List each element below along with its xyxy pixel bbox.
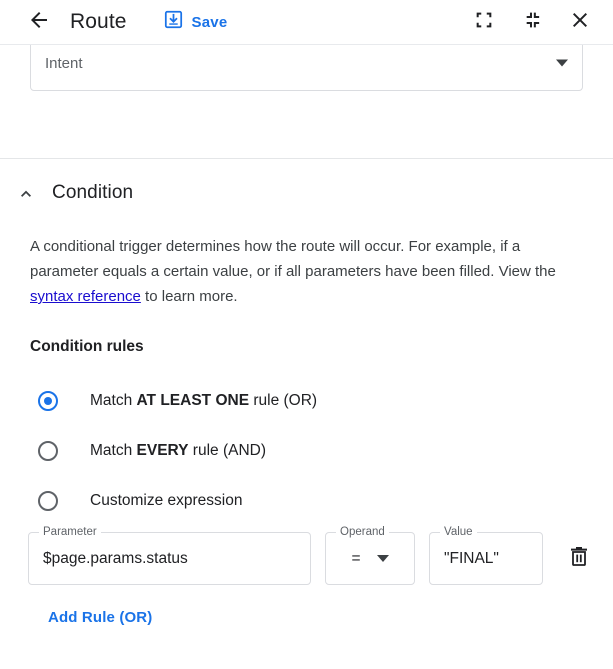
radio-option-customize-expression[interactable]: Customize expression <box>0 476 613 526</box>
parameter-input-label: Parameter <box>39 526 101 539</box>
radio-option-at-least-one[interactable]: Match AT LEAST ONE rule (OR) <box>0 376 613 426</box>
radio-option-every-label: Match EVERY rule (AND) <box>90 442 267 459</box>
chevron-down-icon <box>376 555 389 562</box>
intent-select-label: Intent <box>45 54 83 72</box>
operand-select-value: = <box>351 549 361 567</box>
radio-option-every[interactable]: Match EVERY rule (AND) <box>0 426 613 476</box>
close-button[interactable] <box>563 5 597 39</box>
radio-option-at-least-one-label: Match AT LEAST ONE rule (OR) <box>90 392 318 409</box>
condition-section-header[interactable]: Condition <box>0 159 613 205</box>
value-input-label: Value <box>440 526 477 539</box>
condition-rules-title: Condition rules <box>30 338 144 355</box>
condition-description-part2: to learn more. <box>140 288 238 305</box>
expand-button[interactable] <box>467 5 501 39</box>
close-icon <box>568 8 592 37</box>
app-header: Route Save <box>0 0 613 45</box>
operand-select[interactable]: Operand = <box>325 526 415 585</box>
value-input[interactable]: Value "FINAL" <box>429 526 543 585</box>
radio-icon-unselected[interactable] <box>38 441 58 461</box>
trash-icon <box>567 544 591 573</box>
radio-icon-selected[interactable] <box>38 391 58 411</box>
condition-rules-radio-group: Match AT LEAST ONE rule (OR) Match EVERY… <box>0 376 613 526</box>
fullscreen-expand-icon <box>473 9 495 36</box>
fullscreen-collapse-icon <box>521 9 543 36</box>
arrow-back-icon <box>27 8 51 37</box>
add-rule-button[interactable]: Add Rule (OR) <box>48 609 152 626</box>
page-title: Route <box>70 10 127 33</box>
value-input-value: "FINAL" <box>444 549 499 567</box>
chevron-down-icon <box>556 59 568 67</box>
save-button[interactable]: Save <box>163 9 228 35</box>
delete-rule-button[interactable] <box>559 539 599 579</box>
radio-icon-unselected[interactable] <box>38 491 58 511</box>
parameter-input[interactable]: Parameter $page.params.status <box>28 526 311 585</box>
radio-option-customize-expression-label: Customize expression <box>90 492 243 509</box>
route-form-body: Intent Condition A conditional trigger d… <box>0 45 613 669</box>
condition-description: A conditional trigger determines how the… <box>30 234 583 309</box>
collapse-button[interactable] <box>515 5 549 39</box>
condition-description-part1: A conditional trigger determines how the… <box>30 238 556 280</box>
save-button-label: Save <box>191 13 228 31</box>
intent-field-wrapper: Intent <box>0 45 613 91</box>
back-button[interactable] <box>24 7 54 37</box>
condition-rule-row: Parameter $page.params.status Operand = … <box>0 526 613 585</box>
operand-select-label: Operand <box>336 526 389 539</box>
syntax-reference-link[interactable]: syntax reference <box>30 288 141 305</box>
condition-title: Condition <box>52 182 134 203</box>
chevron-up-icon <box>14 181 38 205</box>
intent-select[interactable]: Intent <box>30 45 583 91</box>
parameter-input-value: $page.params.status <box>43 549 188 567</box>
save-icon <box>163 9 184 35</box>
